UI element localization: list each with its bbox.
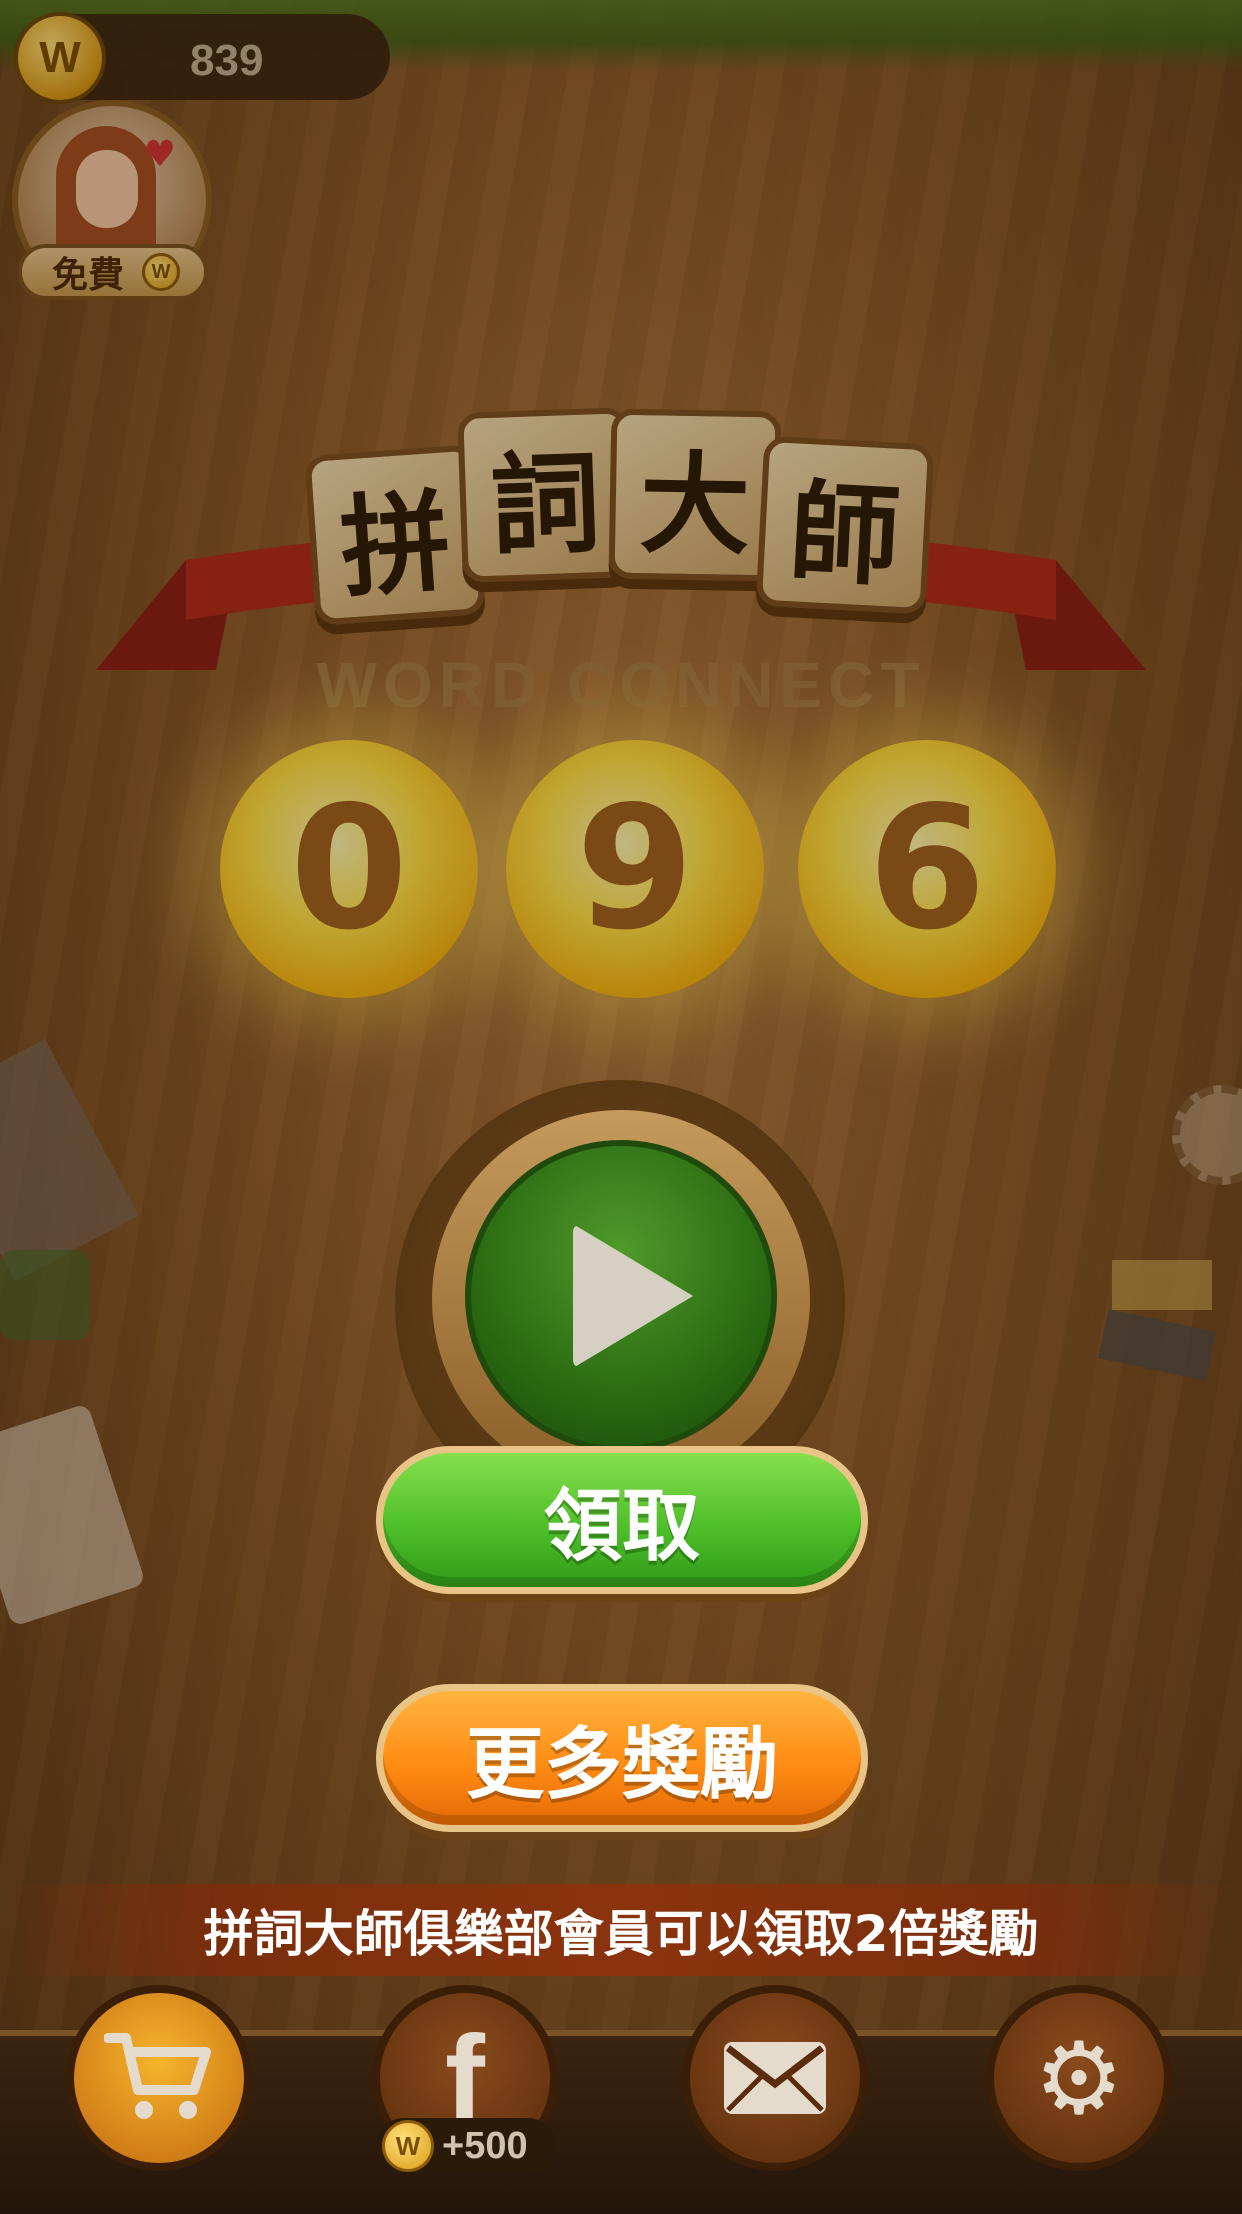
free-reward-button[interactable]: 免費 W xyxy=(18,244,208,300)
game-logo: 拼 詞 大 師 xyxy=(304,407,935,626)
poker-chip-decor-icon xyxy=(1172,1085,1242,1185)
coin-icon: W xyxy=(14,12,106,104)
coin-icon: W xyxy=(382,2120,434,2172)
counter-ball: 6 xyxy=(798,740,1056,998)
logo-subtitle: WORD CONNECT xyxy=(316,649,926,721)
coin-icon: W xyxy=(142,253,181,291)
play-button[interactable] xyxy=(465,1140,777,1452)
shop-button[interactable] xyxy=(66,1985,252,2171)
cart-icon xyxy=(104,2033,211,2119)
counter-digit: 0 xyxy=(289,770,409,968)
playing-cards-decor-icon xyxy=(0,1403,146,1627)
coin-balance: 839 xyxy=(190,36,264,85)
envelope-decor-icon xyxy=(0,1038,139,1282)
more-rewards-button[interactable]: 更多獎勵 xyxy=(376,1684,868,1832)
counter-ball: 9 xyxy=(506,740,764,998)
play-icon xyxy=(573,1224,693,1368)
reward-counter: 0 9 6 xyxy=(0,730,1242,1010)
counter-ball: 0 xyxy=(220,740,478,998)
puzzle-decor-icon xyxy=(0,1250,90,1340)
mail-icon xyxy=(724,2042,826,2114)
club-banner: 拼詞大師俱樂部會員可以領取2倍獎勵 xyxy=(0,1884,1242,1976)
free-label: 免費 xyxy=(52,255,125,296)
logo-tile: 詞 xyxy=(457,407,633,583)
tetris-blocks-decor-icon xyxy=(1092,1260,1216,1400)
logo-tile: 大 xyxy=(608,408,782,582)
facebook-reward-amount: +500 xyxy=(442,2124,528,2167)
counter-digit: 9 xyxy=(575,770,695,968)
club-banner-text: 拼詞大師俱樂部會員可以領取2倍獎勵 xyxy=(203,1905,1039,1963)
logo-tile: 師 xyxy=(755,435,935,615)
collect-button[interactable]: 領取 xyxy=(376,1446,868,1594)
settings-button[interactable]: ⚙ xyxy=(986,1985,1172,2171)
heart-icon: ♥ xyxy=(143,134,176,175)
gear-icon: ⚙ xyxy=(1034,2019,1124,2137)
facebook-reward-badge: W +500 xyxy=(376,2118,556,2174)
mail-button[interactable] xyxy=(682,1985,868,2171)
counter-digit: 6 xyxy=(867,770,987,968)
